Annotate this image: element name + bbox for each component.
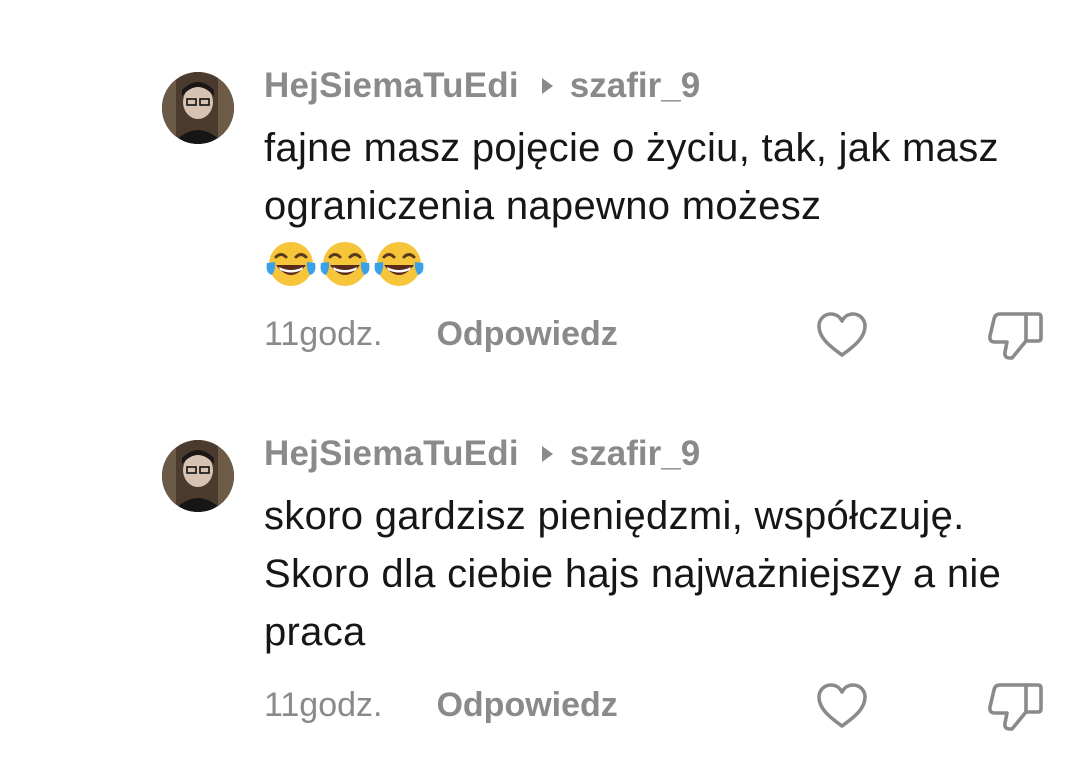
like-button[interactable] (816, 311, 868, 359)
comment-text-block: skoro gardzisz pieniędzmi, współczuję. S… (264, 487, 1054, 661)
comment-text-block: fajne masz pojęcie o życiu, tak, jak mas… (264, 119, 1054, 291)
comment-header: HejSiemaTuEdi szafir_9 (264, 432, 700, 476)
comment-meta: 11godz. Odpowiedz (264, 683, 618, 727)
heart-outline-icon (817, 683, 867, 728)
timestamp: 11godz. (264, 685, 383, 724)
reply-button[interactable]: Odpowiedz (436, 686, 617, 725)
thumbs-down-outline-icon (988, 683, 1043, 731)
dislike-button[interactable] (986, 308, 1044, 362)
thumbs-down-outline-icon (988, 312, 1043, 360)
comment-meta: 11godz. Odpowiedz (264, 312, 618, 356)
comment-text: fajne masz pojęcie o życiu, tak, jak mas… (264, 126, 999, 228)
dislike-button[interactable] (986, 679, 1044, 733)
comment-list: HejSiemaTuEdi szafir_9 fajne masz pojęci… (0, 0, 1080, 767)
emoji-row (264, 237, 1054, 291)
face-with-tears-of-joy-icon (266, 242, 316, 286)
reply-button[interactable]: Odpowiedz (436, 315, 617, 354)
avatar[interactable] (162, 440, 234, 512)
reply-to-username[interactable]: szafir_9 (570, 66, 700, 106)
face-with-tears-of-joy-icon (320, 242, 370, 286)
timestamp: 11godz. (264, 314, 383, 353)
comment-text: skoro gardzisz pieniędzmi, współczuję. S… (264, 494, 1002, 654)
username[interactable]: HejSiemaTuEdi (264, 66, 519, 106)
reply-arrow-icon (541, 78, 553, 94)
username[interactable]: HejSiemaTuEdi (264, 434, 519, 474)
avatar[interactable] (162, 72, 234, 144)
reply-to-username[interactable]: szafir_9 (570, 434, 700, 474)
face-with-tears-of-joy-icon (374, 242, 424, 286)
heart-outline-icon (817, 312, 867, 357)
like-button[interactable] (816, 682, 868, 730)
reply-arrow-icon (541, 446, 553, 462)
comment-header: HejSiemaTuEdi szafir_9 (264, 64, 700, 108)
